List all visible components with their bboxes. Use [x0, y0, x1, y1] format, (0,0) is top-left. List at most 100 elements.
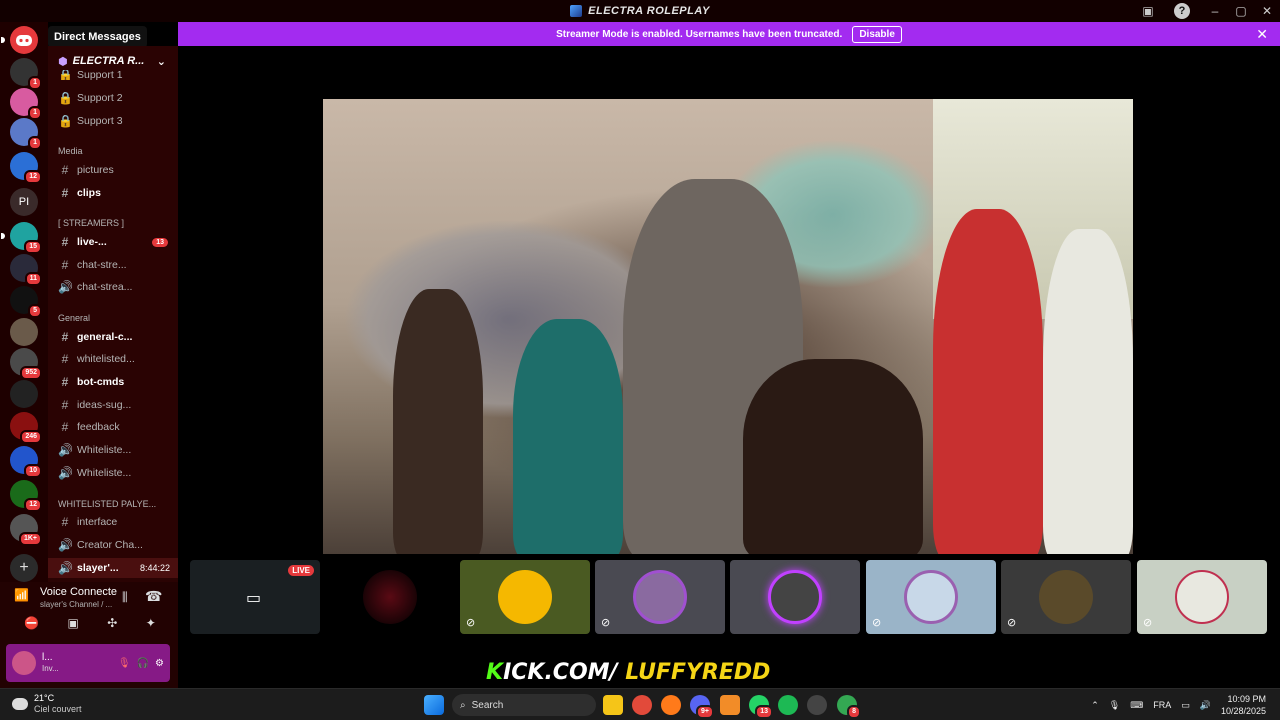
channel-item-active[interactable]: 🔊 slayer'... 8:44:22 — [48, 558, 178, 578]
server-icon[interactable]: 10 — [10, 446, 42, 478]
speaker-icon: 🔊 — [58, 561, 73, 575]
participant-tile[interactable]: LIVE ▭ — [190, 560, 320, 634]
screen-share-icon: ▭ — [246, 590, 262, 607]
clock[interactable]: 10:09 PM 10/28/2025 — [1221, 693, 1266, 717]
server-icon[interactable] — [10, 380, 38, 408]
participant-tile[interactable] — [325, 560, 455, 634]
channel-item[interactable]: # live-... 13 — [48, 232, 178, 252]
maximize-button[interactable]: ▢ — [1228, 4, 1254, 18]
language-indicator[interactable]: FRA — [1153, 700, 1171, 710]
disconnect-icon[interactable]: ☎ — [145, 588, 162, 605]
inbox-icon[interactable]: ▣ — [1140, 3, 1156, 19]
server-icon[interactable]: 1K+ — [10, 514, 42, 546]
settings-gear-icon[interactable]: ⚙ — [155, 658, 164, 669]
chrome-profile-icon[interactable]: 8 — [837, 695, 861, 719]
add-server-icon[interactable]: + — [10, 554, 38, 582]
firefox-icon[interactable] — [661, 695, 681, 715]
channel-item[interactable]: # ideas-sug... — [48, 395, 178, 415]
channel-item[interactable]: 🔒 Support 2 — [48, 88, 178, 108]
voice-panel: 📶 Voice Connecte slayer's Channel / ... … — [0, 582, 178, 688]
channel-item[interactable]: # chat-stre... — [48, 255, 178, 275]
server-icon[interactable]: 246 — [10, 412, 42, 444]
participant-tile[interactable]: ⊘ — [1137, 560, 1267, 634]
weather-widget[interactable]: 21°C Ciel couvert — [12, 693, 82, 715]
speaker-icon: 🔊 — [58, 443, 73, 457]
chrome-icon[interactable] — [632, 695, 652, 715]
close-banner-icon[interactable]: ✕ — [1256, 26, 1268, 43]
hash-icon: # — [61, 515, 69, 529]
channel-item[interactable]: 🔊 Whiteliste... — [48, 440, 178, 460]
user-status: Inv... — [42, 664, 59, 673]
channel-item[interactable]: 🔊 chat-strea... — [48, 277, 178, 297]
channel-item[interactable]: # interface — [48, 512, 178, 532]
microphone-icon[interactable]: 🎙 — [1109, 700, 1120, 711]
close-button[interactable]: ✕ — [1254, 4, 1280, 18]
server-icon[interactable]: 11 — [10, 254, 42, 286]
streamer-mode-banner: Streamer Mode is enabled. Usernames have… — [178, 22, 1280, 46]
app-logo-icon — [570, 5, 583, 17]
server-icon[interactable]: 5 — [10, 286, 42, 318]
start-button-icon[interactable] — [424, 695, 444, 715]
discord-home-icon[interactable] — [1, 26, 38, 54]
whatsapp-icon[interactable]: 13 — [749, 695, 773, 719]
steam-icon[interactable] — [807, 695, 827, 715]
participant-tile[interactable]: ⊘ — [595, 560, 725, 634]
keyboard-icon[interactable]: ⌨ — [1130, 700, 1143, 711]
participant-tile[interactable]: ⊘ — [460, 560, 590, 634]
disable-streamer-mode-button[interactable]: Disable — [852, 25, 902, 43]
server-icon[interactable]: 952 — [10, 348, 42, 380]
discord-icon[interactable]: 9+ — [690, 695, 714, 719]
participant-tile[interactable]: ⊘ — [1001, 560, 1131, 634]
server-icon[interactable]: 1 — [10, 118, 42, 150]
headphones-icon[interactable]: 🎧 — [137, 658, 149, 669]
soundboard-button-icon[interactable]: ✦ — [146, 616, 156, 630]
category-general[interactable]: General — [58, 313, 90, 323]
channel-item[interactable]: # feedback — [48, 417, 178, 437]
speaker-icon: 🔊 — [58, 280, 73, 294]
avatar[interactable] — [12, 651, 36, 675]
channel-item[interactable]: # pictures — [48, 160, 178, 180]
hash-icon: # — [61, 235, 69, 249]
chevron-up-icon[interactable]: ⌃ — [1091, 700, 1099, 711]
server-icon[interactable]: 15 — [1, 222, 42, 254]
category-media[interactable]: Media — [58, 146, 83, 156]
server-icon[interactable] — [10, 318, 38, 346]
search-box[interactable]: ⌕ Search — [452, 694, 596, 716]
signal-icon[interactable]: 📶 — [14, 588, 29, 602]
deafened-icon: ⊘ — [1007, 617, 1017, 629]
minimize-button[interactable]: – — [1202, 4, 1228, 18]
server-icon[interactable]: 1 — [10, 58, 42, 90]
channel-item[interactable]: # bot-cmds — [48, 372, 178, 392]
server-icon[interactable]: 12 — [10, 152, 42, 184]
soundboard-icon[interactable]: ⫼ — [122, 590, 128, 605]
display-icon[interactable]: ▭ — [1181, 700, 1190, 711]
category-streamers[interactable]: [ STREAMERS ] — [58, 218, 124, 228]
camera-off-icon[interactable]: ⛔ — [24, 616, 39, 630]
help-icon[interactable]: ? — [1174, 3, 1190, 19]
lock-icon: 🔒 — [58, 114, 73, 128]
channel-item[interactable]: 🔊 Whiteliste... — [48, 463, 178, 483]
server-icon[interactable]: 1 — [10, 88, 42, 120]
spotify-icon[interactable] — [778, 695, 798, 715]
participant-tile[interactable]: ⊘ — [866, 560, 996, 634]
hash-icon: # — [61, 258, 69, 272]
participant-tile[interactable] — [730, 560, 860, 634]
channel-item[interactable]: # whitelisted... — [48, 349, 178, 369]
activities-icon[interactable]: ✣ — [107, 616, 117, 630]
kick-overlay-text: KICK.COM/ LUFFYREDD — [486, 660, 771, 685]
hash-icon: # — [61, 375, 69, 389]
mic-muted-icon[interactable]: 🎙 — [118, 658, 131, 669]
channel-item[interactable]: # general-c... — [48, 327, 178, 347]
server-icon[interactable]: PI — [10, 188, 38, 216]
channel-item[interactable]: 🔒 Support 3 — [48, 111, 178, 131]
server-icon[interactable]: 12 — [10, 480, 42, 512]
stream-video[interactable] — [323, 99, 1133, 554]
channel-item[interactable]: 🔊 Creator Cha... — [48, 535, 178, 555]
file-explorer-icon[interactable] — [603, 695, 623, 715]
category-whitelisted[interactable]: WHITELISTED PALYE... — [58, 499, 156, 509]
channel-item[interactable]: # clips — [48, 183, 178, 203]
volume-icon[interactable]: 🔊 — [1200, 700, 1211, 711]
channel-item[interactable]: 🔒 Support 1 — [48, 70, 178, 80]
screen-share-icon[interactable]: ▣ — [68, 616, 79, 630]
app-icon[interactable] — [720, 695, 740, 715]
